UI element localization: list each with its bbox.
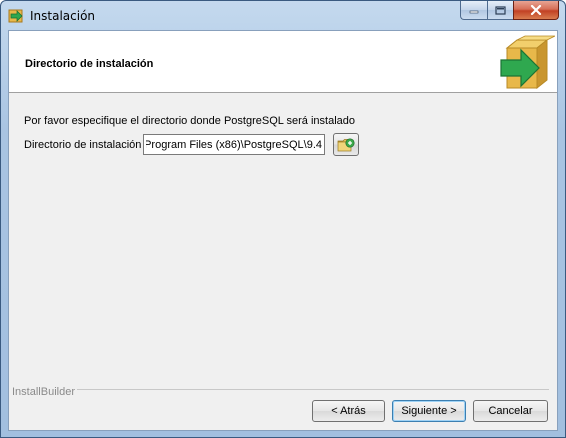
page-title: Directorio de instalación (25, 58, 154, 70)
installer-window: Instalación Directorio de instalación Po… (0, 0, 566, 438)
maximize-icon (495, 5, 506, 15)
install-dir-input[interactable] (143, 134, 325, 155)
green-arrow-box-icon (499, 34, 556, 90)
instruction-text: Por favor especifique el directorio dond… (24, 115, 356, 127)
cancel-button[interactable]: Cancelar (473, 400, 548, 422)
back-button[interactable]: < Atrás (312, 400, 385, 422)
close-icon (530, 5, 542, 15)
caption-buttons (460, 1, 559, 20)
installbuilder-brand: InstallBuilder (12, 386, 75, 398)
installer-icon (8, 7, 24, 23)
minimize-icon (469, 10, 479, 14)
window-title: Instalación (30, 9, 96, 23)
page-header: Directorio de instalación (9, 31, 557, 93)
minimize-button[interactable] (460, 1, 487, 20)
close-button[interactable] (513, 1, 559, 20)
footer-divider (77, 389, 549, 390)
browse-button[interactable] (333, 133, 359, 156)
folder-browse-icon (337, 137, 355, 151)
title-bar[interactable]: Instalación (1, 1, 565, 30)
client-area: Directorio de instalación Por favor espe… (8, 30, 558, 431)
install-dir-label: Directorio de instalación (24, 139, 142, 151)
next-button[interactable]: Siguiente > (392, 400, 466, 422)
maximize-button[interactable] (487, 1, 513, 20)
